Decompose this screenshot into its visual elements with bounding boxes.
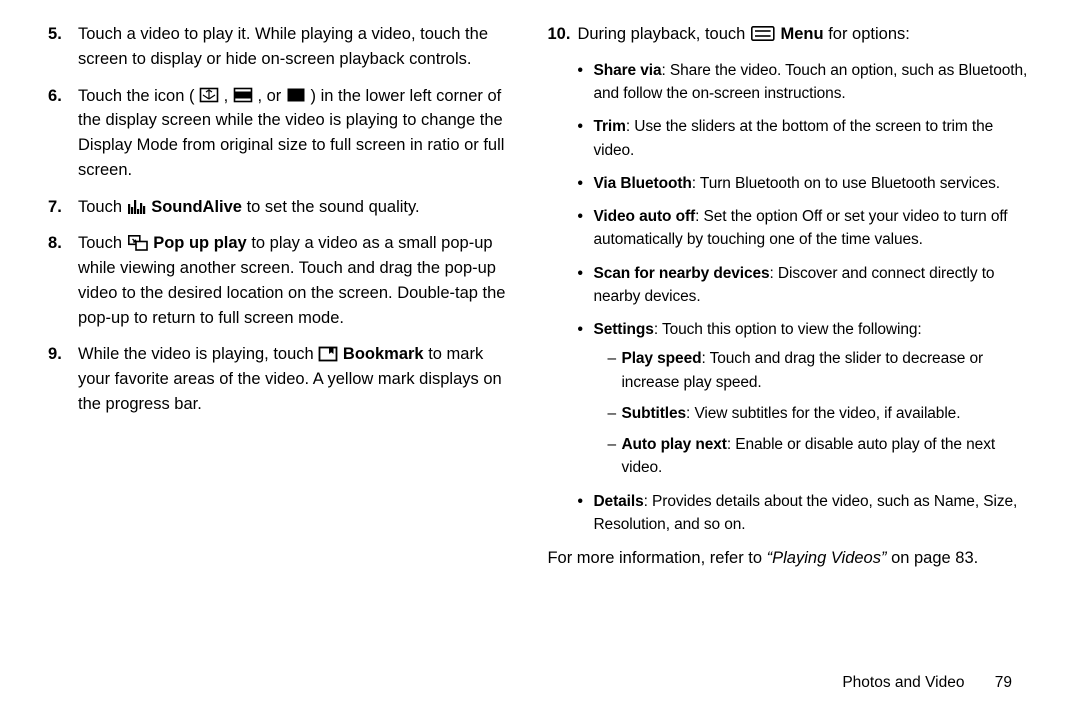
menu-label: Menu [781, 25, 824, 43]
option-via-bluetooth: Via Bluetooth: Turn Bluetooth on to use … [577, 172, 1032, 195]
cross-reference: For more information, refer to “Playing … [547, 546, 1032, 571]
page-number: 79 [995, 674, 1012, 691]
setting-subtitles: Subtitles: View subtitles for the video,… [607, 402, 1032, 425]
soundalive-icon [127, 198, 147, 214]
step-9: While the video is playing, touch Bookma… [48, 342, 509, 416]
setting-auto-play-next: Auto play next: Enable or disable auto p… [607, 433, 1032, 480]
options-list: Share via: Share the video. Touch an opt… [577, 59, 1032, 536]
page-body: Touch a video to play it. While playing … [0, 0, 1080, 571]
page-footer: Photos and Video 79 [842, 671, 1012, 694]
left-column: Touch a video to play it. While playing … [48, 22, 509, 571]
step-5: Touch a video to play it. While playing … [48, 22, 509, 72]
step-10: During playback, touch Menu for options: [547, 22, 1032, 47]
bookmark-label: Bookmark [343, 345, 424, 363]
menu-icon [750, 26, 776, 42]
option-share-via: Share via: Share the video. Touch an opt… [577, 59, 1032, 106]
display-ratio-icon [233, 87, 253, 103]
settings-sublist: Play speed: Touch and drag the slider to… [607, 347, 1032, 479]
footer-section: Photos and Video [842, 674, 964, 691]
display-original-icon [199, 87, 219, 103]
option-trim: Trim: Use the sliders at the bottom of t… [577, 115, 1032, 162]
popup-play-icon [127, 235, 149, 251]
option-scan-nearby: Scan for nearby devices: Discover and co… [577, 262, 1032, 309]
setting-play-speed: Play speed: Touch and drag the slider to… [607, 347, 1032, 394]
popup-play-label: Pop up play [153, 234, 247, 252]
display-full-icon [286, 87, 306, 103]
right-column: During playback, touch Menu for options:… [547, 22, 1032, 571]
bookmark-icon [318, 346, 338, 362]
step-7: Touch SoundAlive to set the sound qualit… [48, 195, 509, 220]
soundalive-label: SoundAlive [151, 198, 242, 216]
step-6: Touch the icon ( , , or ) in the lower l… [48, 84, 509, 183]
option-video-auto-off: Video auto off: Set the option Off or se… [577, 205, 1032, 252]
option-details: Details: Provides details about the vide… [577, 490, 1032, 537]
step-8: Touch Pop up play to play a video as a s… [48, 231, 509, 330]
option-settings: Settings: Touch this option to view the … [577, 318, 1032, 480]
